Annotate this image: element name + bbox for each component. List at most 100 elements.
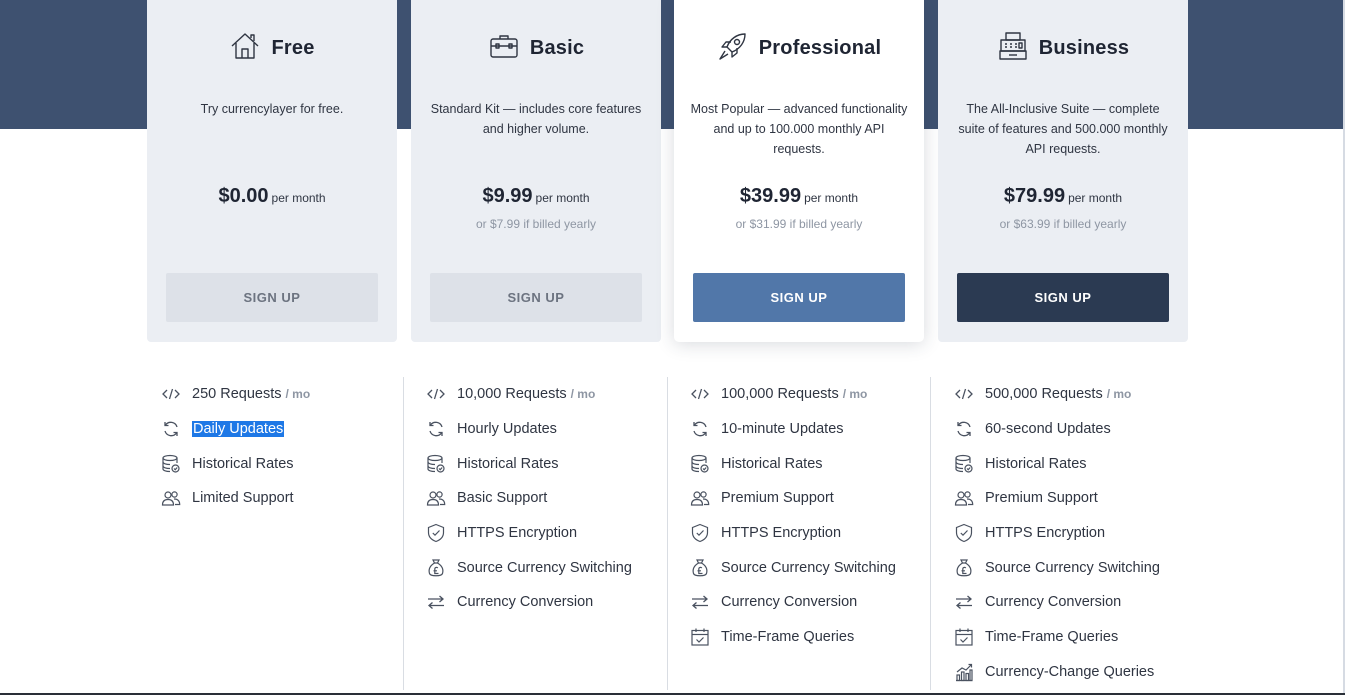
feature-item: Time-Frame Queries: [689, 620, 903, 655]
calendar-check-icon: [953, 626, 975, 648]
money-bag-icon: [953, 557, 975, 579]
feature-label: Currency Conversion: [985, 594, 1122, 611]
code-icon: [425, 383, 447, 405]
feature-item: 10-minute Updates: [689, 412, 903, 447]
feature-label: Historical Rates: [192, 455, 294, 472]
feature-label: HTTPS Encryption: [985, 525, 1106, 542]
feature-label: Source Currency Switching: [457, 559, 632, 576]
feature-label: Currency-Change Queries: [985, 663, 1155, 680]
feature-item: Source Currency Switching: [953, 550, 1166, 585]
feature-unit: / mo: [1106, 387, 1132, 402]
price-line: $39.99 per month: [674, 185, 924, 208]
code-icon: [689, 383, 711, 405]
feature-item: Currency Conversion: [953, 585, 1166, 620]
users-icon: [953, 487, 975, 509]
code-icon: [953, 383, 975, 405]
feature-item: HTTPS Encryption: [953, 516, 1166, 551]
feature-item: Source Currency Switching: [425, 550, 639, 585]
briefcase-icon: [488, 30, 520, 67]
shield-icon: [425, 522, 447, 544]
plan-card-professional: Professional Most Popular — advanced fun…: [674, 0, 924, 342]
shield-icon: [689, 522, 711, 544]
feature-item: 10,000 Requests / mo: [425, 377, 639, 412]
feature-label: Currency Conversion: [721, 594, 858, 611]
feature-item: Limited Support: [160, 481, 396, 516]
feature-label: Hourly Updates: [457, 421, 557, 438]
feature-label: Source Currency Switching: [985, 559, 1160, 576]
feature-item: HTTPS Encryption: [689, 516, 903, 551]
feature-label: Limited Support: [192, 490, 294, 507]
feature-label: Basic Support: [457, 490, 548, 507]
price-period: per month: [1068, 191, 1123, 205]
feature-label: 10-minute Updates: [721, 421, 844, 438]
feature-item: Currency Conversion: [425, 585, 639, 620]
feature-label: 10,000 Requests: [457, 386, 567, 403]
sign-up-button-basic[interactable]: SIGN UP: [430, 273, 642, 322]
database-icon: [953, 453, 975, 475]
plan-header: Free: [147, 30, 397, 66]
feature-item: Historical Rates: [160, 446, 396, 481]
refresh-icon: [160, 418, 182, 440]
plan-header: Professional: [674, 30, 924, 66]
plan-card-basic: Basic Standard Kit — includes core featu…: [411, 0, 661, 342]
plan-name: Basic: [529, 36, 585, 59]
feature-item: Source Currency Switching: [689, 550, 903, 585]
feature-unit: / mo: [285, 387, 311, 402]
users-icon: [160, 487, 182, 509]
sign-up-button-free[interactable]: SIGN UP: [166, 273, 378, 322]
refresh-icon: [953, 418, 975, 440]
plan-description: The All-Inclusive Suite — complete suite…: [958, 102, 1168, 156]
exchange-arrows-icon: [953, 591, 975, 613]
price-line: $0.00 per month: [147, 185, 397, 208]
feature-list-free: 250 Requests / mo Daily Updates Historica…: [160, 377, 396, 516]
feature-item: Currency-Change Queries: [953, 655, 1166, 690]
feature-item: 500,000 Requests / mo: [953, 377, 1166, 412]
feature-item: Daily Updates: [160, 412, 396, 447]
price-period: per month: [271, 191, 326, 205]
feature-label: Source Currency Switching: [721, 559, 896, 576]
feature-unit: / mo: [570, 387, 596, 402]
rocket-icon: [717, 30, 749, 67]
feature-item: Historical Rates: [953, 446, 1166, 481]
refresh-icon: [689, 418, 711, 440]
yearly-price: or $31.99 if billed yearly: [735, 217, 863, 231]
feature-label: 500,000 Requests: [985, 386, 1103, 403]
plan-name: Business: [1038, 36, 1130, 59]
feature-label: 60-second Updates: [985, 421, 1111, 438]
sign-up-button-professional[interactable]: SIGN UP: [693, 273, 905, 322]
price-period: per month: [804, 191, 859, 205]
calendar-check-icon: [689, 626, 711, 648]
sign-up-button-business[interactable]: SIGN UP: [957, 273, 1169, 322]
price-line: $9.99 per month: [411, 185, 661, 208]
money-bag-icon: [689, 557, 711, 579]
shield-icon: [953, 522, 975, 544]
database-icon: [689, 453, 711, 475]
plan-header: Basic: [411, 30, 661, 66]
database-icon: [425, 453, 447, 475]
users-icon: [689, 487, 711, 509]
plan-card-free: Free Try currencylayer for free. $0.00 pe…: [147, 0, 397, 342]
plan-price: $39.99: [739, 185, 802, 207]
feature-label: 100,000 Requests: [721, 386, 839, 403]
feature-label: Historical Rates: [985, 455, 1087, 472]
plan-price: $79.99: [1003, 185, 1066, 207]
plan-name: Free: [271, 36, 315, 59]
price-period: per month: [535, 191, 590, 205]
feature-label: Time-Frame Queries: [721, 629, 855, 646]
cash-register-icon: [997, 30, 1029, 67]
yearly-price: or $7.99 if billed yearly: [475, 217, 597, 231]
feature-item: 60-second Updates: [953, 412, 1166, 447]
plan-header: Business: [938, 30, 1188, 66]
feature-item: 250 Requests / mo: [160, 377, 396, 412]
plan-description: Most Popular — advanced functionality an…: [690, 102, 908, 156]
feature-label: Historical Rates: [457, 455, 559, 472]
feature-label: 250 Requests: [192, 386, 282, 403]
feature-label: Premium Support: [985, 490, 1098, 507]
code-icon: [160, 383, 182, 405]
feature-item: Currency Conversion: [689, 585, 903, 620]
users-icon: [425, 487, 447, 509]
feature-item: Historical Rates: [425, 446, 639, 481]
feature-item: HTTPS Encryption: [425, 516, 639, 551]
exchange-arrows-icon: [689, 591, 711, 613]
feature-label: Currency Conversion: [457, 594, 594, 611]
